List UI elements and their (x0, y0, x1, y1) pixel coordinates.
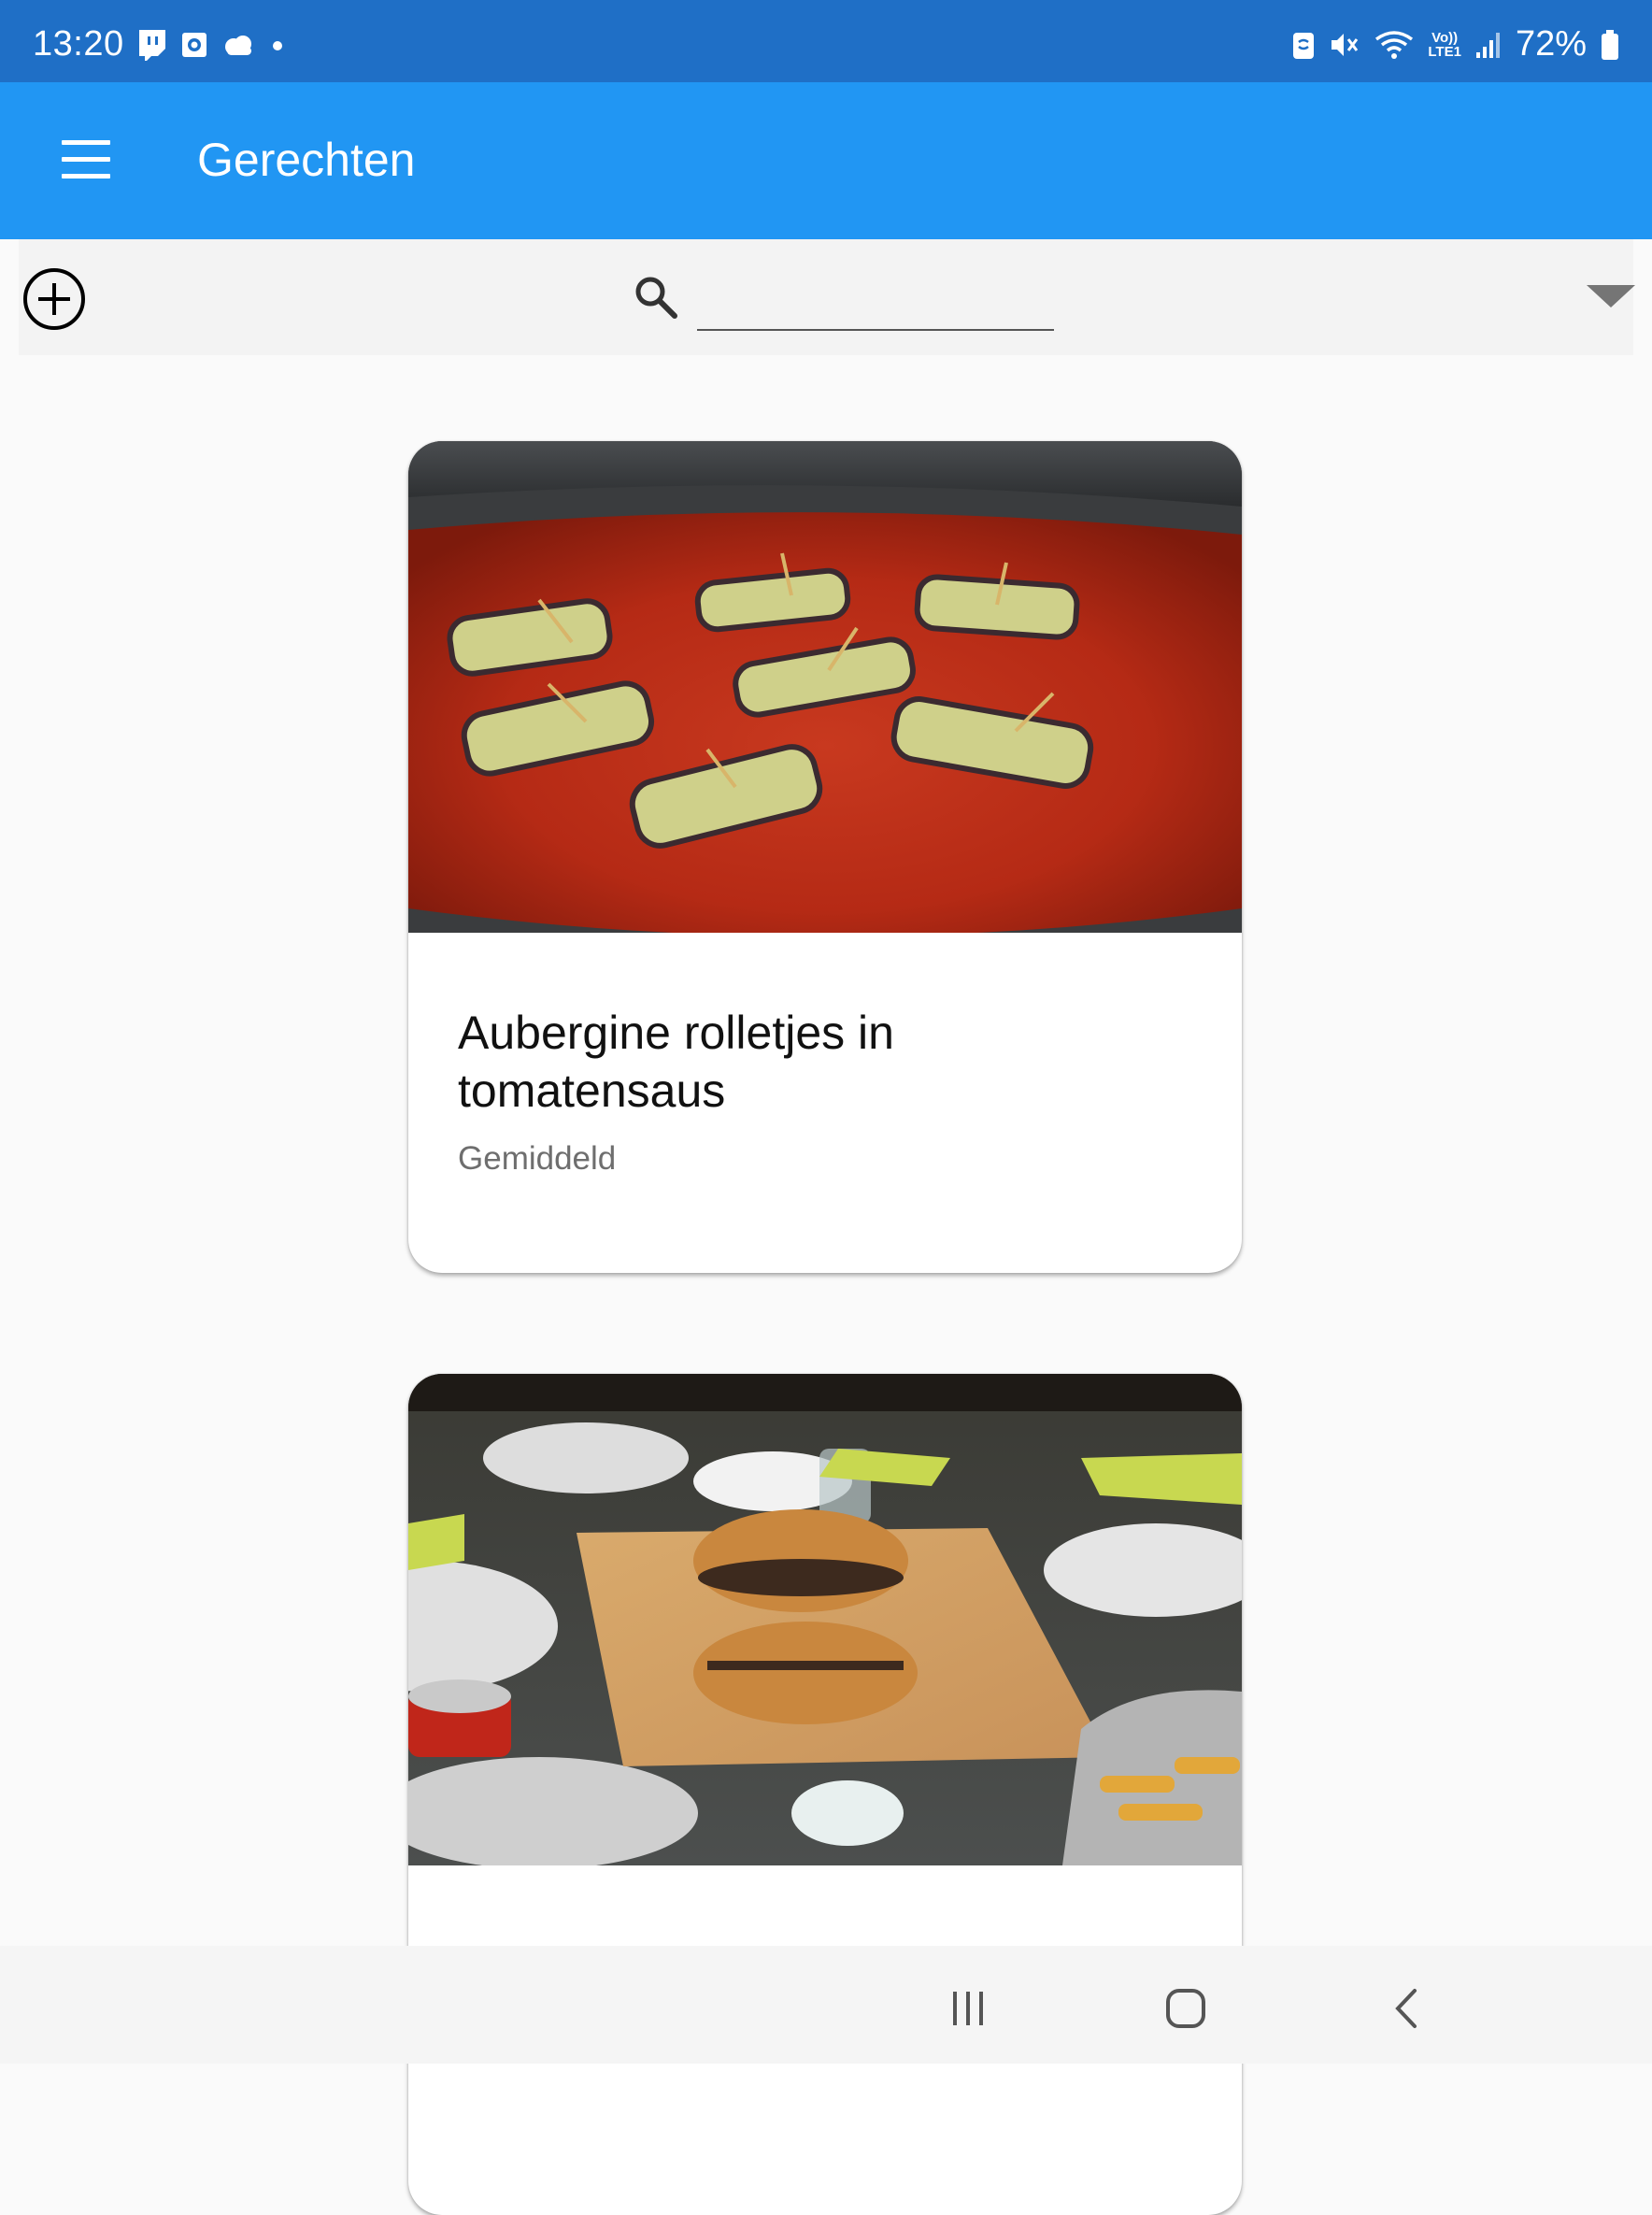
page-title: Gerechten (197, 134, 416, 186)
recipe-title: Aubergine rolletjes in tomatensaus (458, 1007, 894, 1117)
nfc-icon (1293, 32, 1315, 59)
mute-vibrate-icon (1332, 33, 1359, 56)
volte-icon: Vo)) LTE1 (1428, 31, 1461, 59)
status-bar: 13:20 Vo)) LTE1 72% (0, 0, 1652, 82)
notification-icons (135, 28, 287, 62)
system-icons: Vo)) LTE1 72% (1291, 24, 1620, 64)
app-bar: Gerechten (0, 82, 1652, 239)
battery-percent: 72% (1515, 24, 1587, 64)
volte-label: Vo)) (1431, 29, 1459, 46)
weather-cloud-icon (225, 36, 251, 55)
search-input[interactable] (697, 267, 1054, 331)
status-time: 13:20 (33, 24, 124, 64)
system-nav-bar (0, 1946, 1652, 2064)
recipe-photo-aubergine (408, 441, 1242, 933)
back-icon[interactable] (1392, 1988, 1420, 2029)
outlook-icon (182, 33, 206, 57)
add-recipe-icon[interactable] (22, 267, 86, 331)
signal-icon (1475, 32, 1500, 58)
recipe-card[interactable]: Aubergine rolletjes in tomatensaus Gemid… (408, 441, 1242, 1273)
recipe-photo-wellington (408, 1374, 1242, 1865)
hamburger-menu-icon[interactable] (62, 140, 110, 179)
lte-label: LTE1 (1428, 43, 1461, 60)
wifi-icon (1375, 30, 1414, 59)
twitch-icon (139, 30, 165, 61)
filter-dropdown-icon[interactable] (1585, 282, 1637, 310)
recipe-difficulty: Gemiddeld (458, 1140, 617, 1177)
recent-apps-icon[interactable] (949, 1990, 987, 2027)
recipe-toolbar (19, 239, 1635, 355)
battery-icon (1602, 29, 1618, 60)
dot-icon (273, 41, 282, 50)
home-icon[interactable] (1165, 1988, 1206, 2029)
recipe-card[interactable] (408, 1374, 1242, 2215)
search-icon (635, 277, 677, 319)
